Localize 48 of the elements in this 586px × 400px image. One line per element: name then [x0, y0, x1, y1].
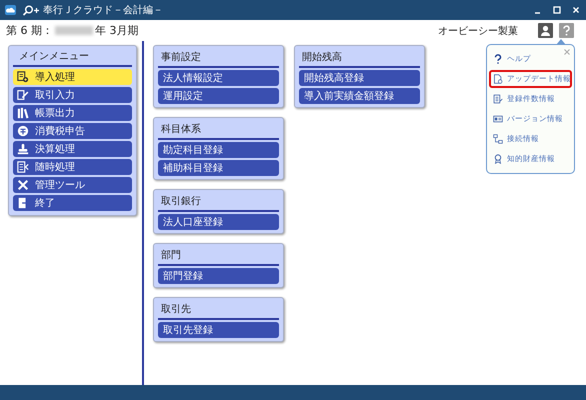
menu-item[interactable]: 導入処理: [13, 69, 132, 85]
group-title: 取引先: [158, 300, 279, 320]
network-icon: [493, 134, 503, 144]
card-icon: [493, 114, 503, 124]
cloud-icon: [5, 5, 16, 15]
fiscal-period: 年 3月期: [95, 23, 138, 38]
document-icon: [17, 71, 29, 83]
group-title: 部門: [158, 246, 279, 266]
list-arrow-icon: [17, 161, 29, 173]
maximize-icon[interactable]: [553, 6, 561, 14]
redacted-text: [55, 26, 93, 35]
question-icon: [493, 54, 503, 64]
menu-button[interactable]: 法人口座登録: [158, 214, 279, 230]
window-title: 奉行Ｊクラウド－会計編－: [43, 4, 163, 17]
menu-button[interactable]: 法人情報設定: [158, 70, 279, 86]
menu-item[interactable]: 随時処理: [13, 159, 132, 175]
menu-item[interactable]: 取引入力: [13, 87, 132, 103]
menu-item[interactable]: 帳票出力: [13, 105, 132, 121]
tools-icon: [17, 179, 29, 191]
menu-button[interactable]: 運用設定: [158, 88, 279, 104]
exit-icon: [17, 197, 29, 209]
menu-item[interactable]: 消費税申告: [13, 123, 132, 139]
help-icon[interactable]: [559, 23, 574, 38]
ribbon-icon: [493, 154, 503, 164]
search-plus-icon[interactable]: [22, 4, 40, 16]
company-name: オービーシー製菓: [438, 24, 518, 38]
user-icon[interactable]: [538, 23, 553, 38]
menu-item[interactable]: 決算処理: [13, 141, 132, 157]
document-icon: [493, 74, 503, 84]
books-icon: [17, 107, 29, 119]
menu-button[interactable]: 部門登録: [158, 268, 279, 284]
menu-title: メインメニュー: [13, 48, 132, 67]
group-title: 開始残高: [299, 48, 420, 68]
menu-button[interactable]: 開始残高登録: [299, 70, 420, 86]
menu-item[interactable]: 管理ツール: [13, 177, 132, 193]
menu-button[interactable]: 勘定科目登録: [158, 142, 279, 158]
menu-button[interactable]: 取引先登録: [158, 322, 279, 338]
coin-icon: [17, 125, 29, 137]
list-icon: [493, 94, 503, 104]
group-title: 取引銀行: [158, 192, 279, 212]
menu-item[interactable]: 終了: [13, 195, 132, 211]
group-title: 事前設定: [158, 48, 279, 68]
pen-document-icon: [17, 89, 29, 101]
menu-button[interactable]: 導入前実績金額登録: [299, 88, 420, 104]
group-title: 科目体系: [158, 120, 279, 140]
fiscal-period: 第 6 期：: [6, 23, 53, 38]
menu-button[interactable]: 補助科目登録: [158, 160, 279, 176]
stamp-icon: [17, 143, 29, 155]
